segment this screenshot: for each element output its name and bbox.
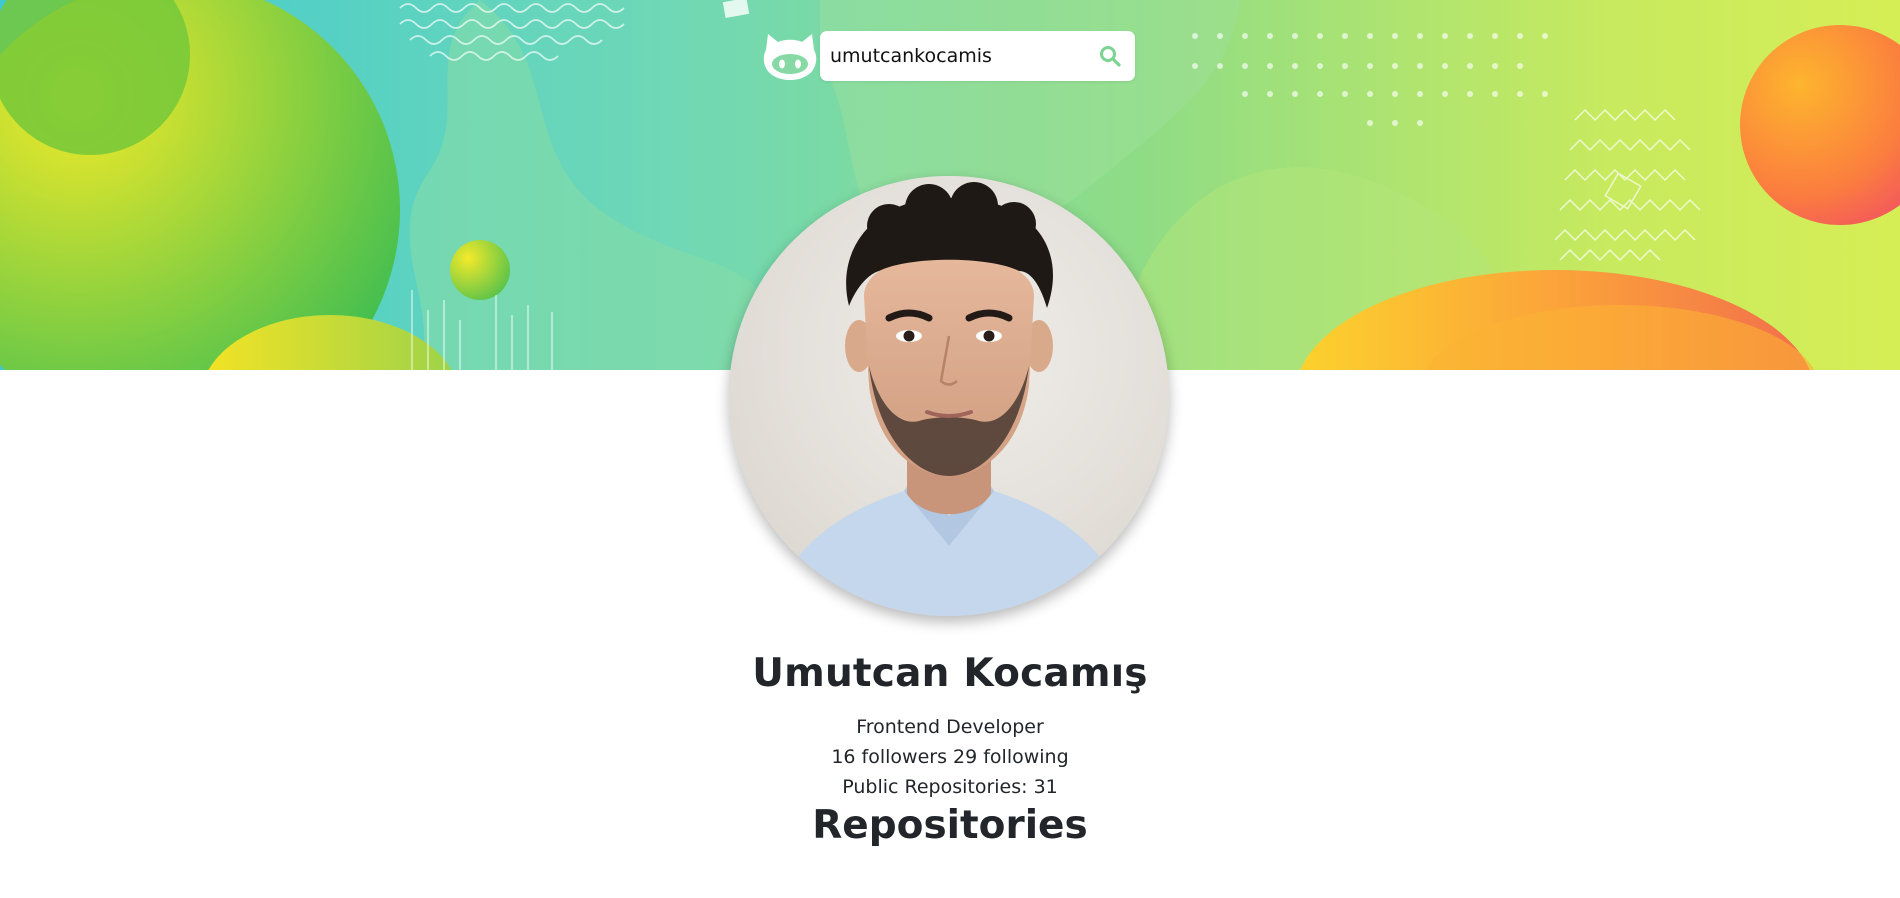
profile-bio: Frontend Developer <box>856 716 1044 738</box>
avatar <box>729 176 1169 616</box>
profile-photo <box>729 176 1169 616</box>
repositories-heading: Repositories <box>812 803 1088 848</box>
public-repos-count: Public Repositories: 31 <box>842 776 1058 798</box>
octocat-icon[interactable] <box>762 30 818 82</box>
profile-name: Umutcan Kocamış <box>752 651 1148 696</box>
search-box <box>820 31 1135 81</box>
search-button[interactable] <box>1097 43 1123 69</box>
search-input[interactable] <box>830 45 1097 67</box>
page: Umutcan Kocamış Frontend Developer 16 fo… <box>0 0 1900 898</box>
search-bar <box>762 30 1135 82</box>
search-icon <box>1100 46 1121 67</box>
profile-info: Umutcan Kocamış Frontend Developer 16 fo… <box>0 652 1900 848</box>
profile-follow-stats: 16 followers 29 following <box>831 746 1069 768</box>
